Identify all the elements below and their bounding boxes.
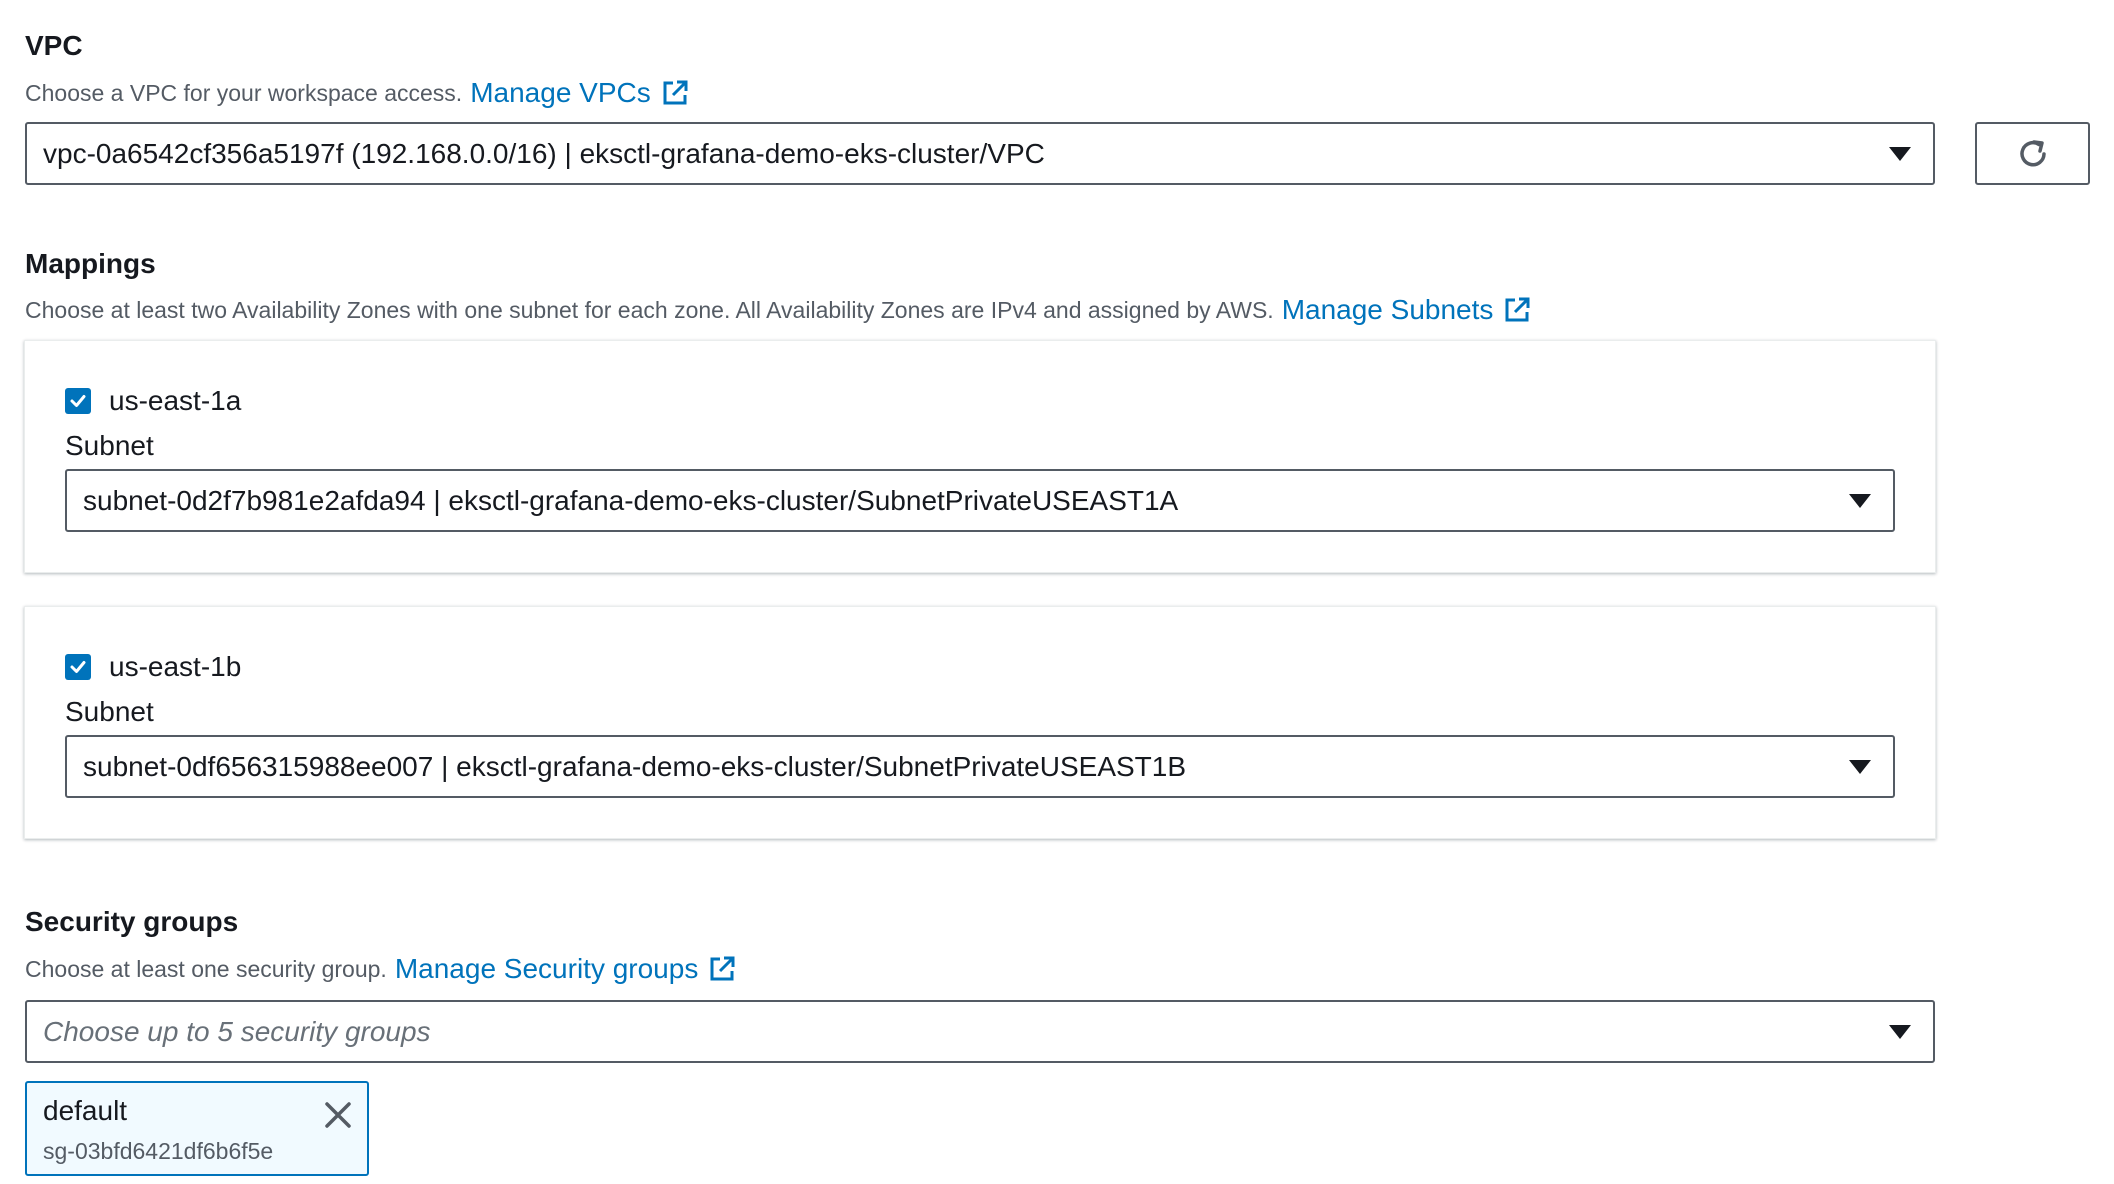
- subnet-select-value: subnet-0d2f7b981e2afda94 | eksctl-grafan…: [83, 484, 1179, 516]
- mappings-title: Mappings: [25, 248, 156, 279]
- subnet-select-us-east-1b[interactable]: subnet-0df656315988ee007 | eksctl-grafan…: [65, 735, 1895, 798]
- security-groups-description-text: Choose at least one security group.: [25, 955, 387, 982]
- external-link-icon: [663, 80, 688, 105]
- external-link-icon: [710, 956, 735, 981]
- manage-vpcs-link[interactable]: Manage VPCs: [470, 77, 689, 109]
- security-groups-select[interactable]: Choose up to 5 security groups: [25, 1000, 1935, 1063]
- caret-down-icon: [1889, 1024, 1911, 1039]
- az-checkbox-us-east-1a[interactable]: [65, 388, 91, 414]
- az-label: us-east-1a: [109, 385, 242, 416]
- manage-security-groups-link-label: Manage Security groups: [394, 953, 699, 984]
- refresh-button[interactable]: [1975, 122, 2090, 185]
- caret-down-icon: [1849, 759, 1871, 774]
- subnet-select-us-east-1a[interactable]: subnet-0d2f7b981e2afda94 | eksctl-grafan…: [65, 469, 1895, 532]
- security-groups-description: Choose at least one security group. Mana…: [25, 952, 736, 986]
- az-card-us-east-1a: us-east-1a Subnet subnet-0d2f7b981e2afda…: [24, 340, 1936, 573]
- mappings-description-text: Choose at least two Availability Zones w…: [25, 296, 1274, 323]
- subnet-label: Subnet: [65, 430, 154, 461]
- token-name: default: [43, 1095, 128, 1126]
- vpc-select-value: vpc-0a6542cf356a5197f (192.168.0.0/16) |…: [43, 137, 1045, 169]
- subnet-label: Subnet: [65, 696, 154, 727]
- az-label: us-east-1b: [109, 651, 242, 682]
- token-id: sg-03bfd6421df6b6f5e: [43, 1138, 274, 1164]
- manage-subnets-link[interactable]: Manage Subnets: [1282, 294, 1532, 326]
- checkmark-icon: [70, 395, 86, 407]
- az-card-us-east-1b: us-east-1b Subnet subnet-0df656315988ee0…: [24, 606, 1936, 839]
- checkmark-icon: [70, 661, 86, 673]
- manage-security-groups-link[interactable]: Manage Security groups: [395, 953, 737, 985]
- caret-down-icon: [1889, 146, 1911, 161]
- manage-vpcs-link-label: Manage VPCs: [470, 77, 651, 108]
- caret-down-icon: [1849, 493, 1871, 508]
- external-link-icon: [1505, 297, 1530, 322]
- vpc-description-text: Choose a VPC for your workspace access.: [25, 79, 463, 106]
- subnet-select-value: subnet-0df656315988ee007 | eksctl-grafan…: [83, 750, 1187, 782]
- security-groups-title: Security groups: [25, 906, 239, 937]
- security-groups-placeholder: Choose up to 5 security groups: [43, 1015, 431, 1047]
- security-group-token: default sg-03bfd6421df6b6f5e: [25, 1081, 369, 1176]
- vpc-description: Choose a VPC for your workspace access. …: [25, 76, 689, 110]
- vpc-select[interactable]: vpc-0a6542cf356a5197f (192.168.0.0/16) |…: [25, 122, 1935, 185]
- refresh-icon: [2019, 139, 2046, 166]
- az-checkbox-us-east-1b[interactable]: [65, 654, 91, 680]
- mappings-description: Choose at least two Availability Zones w…: [25, 293, 1531, 327]
- vpc-title: VPC: [25, 30, 83, 61]
- close-icon[interactable]: [322, 1099, 354, 1131]
- manage-subnets-link-label: Manage Subnets: [1281, 294, 1494, 325]
